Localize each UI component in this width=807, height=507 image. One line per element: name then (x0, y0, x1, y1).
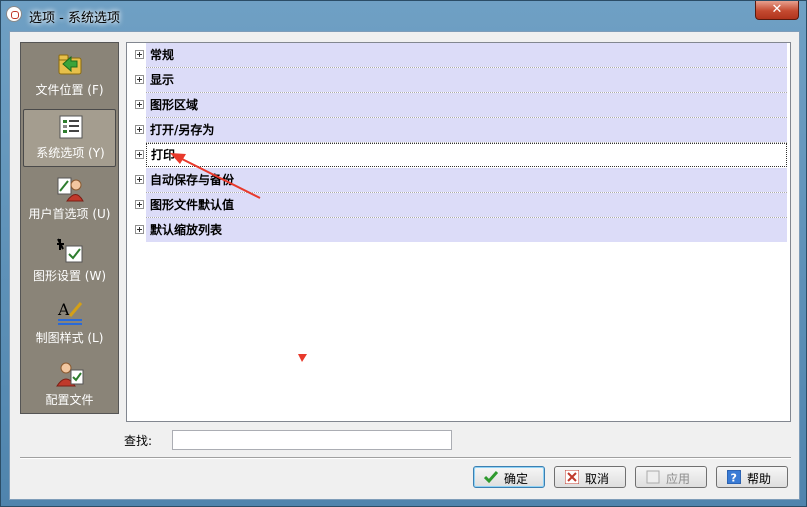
tree-item-label: 默认缩放列表 (146, 218, 787, 242)
expand-plus-icon[interactable] (135, 225, 144, 234)
sidebar-item-file-locations[interactable]: 文件位置 (F) (23, 47, 116, 105)
sidebar-item-label: 制图样式 (L) (35, 331, 104, 345)
apply-icon (646, 470, 660, 484)
tree-item-label: 常规 (146, 43, 787, 67)
tree-item-label: 图形文件默认值 (146, 193, 787, 217)
options-window: 选项 - 系统选项 ✕ 文件位置 (F) 系统选项 (Y) 用户首选项 (U) … (0, 0, 807, 507)
apply-button-label: 应用 (666, 472, 691, 486)
sidebar-item-label: 配置文件 (45, 393, 94, 407)
expand-plus-icon[interactable] (135, 175, 144, 184)
tree-item-label: 打印 (146, 143, 787, 167)
expand-plus-icon[interactable] (135, 200, 144, 209)
options-sidebar: 文件位置 (F) 系统选项 (Y) 用户首选项 (U) 图形设置 (W) A 制… (20, 42, 119, 414)
tree-item-drawing-defaults[interactable]: 图形文件默认值 (131, 193, 787, 218)
expand-plus-icon[interactable] (135, 150, 144, 159)
sidebar-item-label: 用户首选项 (U) (28, 207, 111, 221)
tree-item-label: 打开/另存为 (146, 118, 787, 142)
sidebar-item-profile[interactable]: 配置文件 (23, 357, 116, 415)
help-button-label: 帮助 (747, 472, 772, 486)
drafting-style-icon: A (57, 300, 83, 325)
help-icon: ? (727, 470, 741, 484)
svg-text:A: A (57, 300, 70, 319)
cancel-button[interactable]: 取消 (554, 466, 626, 488)
tree-item-print[interactable]: 打印 (131, 143, 787, 168)
tree-item-default-zoom-list[interactable]: 默认缩放列表 (131, 218, 787, 243)
system-list-icon (59, 115, 83, 139)
sidebar-item-label: 系统选项 (Y) (36, 146, 105, 160)
expand-plus-icon[interactable] (135, 50, 144, 59)
search-input[interactable] (172, 430, 452, 450)
expand-plus-icon[interactable] (135, 125, 144, 134)
help-button[interactable]: ? 帮助 (716, 466, 788, 488)
divider (20, 457, 791, 459)
tree-item-label: 显示 (146, 68, 787, 92)
graphics-settings-icon (57, 238, 83, 263)
folder-arrow-icon (58, 54, 82, 75)
tree-item-label: 自动保存与备份 (146, 168, 787, 192)
ok-button[interactable]: 确定 (473, 466, 545, 488)
apply-button[interactable]: 应用 (635, 466, 707, 488)
sidebar-item-label: 图形设置 (W) (32, 269, 107, 283)
tree-item-graphics-area[interactable]: 图形区域 (131, 93, 787, 118)
sidebar-item-graphics-settings[interactable]: 图形设置 (W) (23, 233, 116, 291)
expand-plus-icon[interactable] (135, 75, 144, 84)
tree-item-autosave-backup[interactable]: 自动保存与备份 (131, 168, 787, 193)
cancel-button-label: 取消 (585, 472, 610, 486)
sidebar-item-drafting-style[interactable]: A 制图样式 (L) (23, 295, 116, 353)
search-label: 查找: (124, 434, 153, 448)
title-bar[interactable]: 选项 - 系统选项 ✕ (1, 1, 806, 29)
app-icon (6, 6, 22, 22)
ok-button-label: 确定 (504, 472, 529, 486)
user-preferences-icon (57, 177, 84, 202)
close-button[interactable]: ✕ (755, 1, 799, 20)
sidebar-item-label: 文件位置 (F) (35, 83, 104, 97)
tree-item-display[interactable]: 显示 (131, 68, 787, 93)
options-tree: 常规 显示 图形区域 打开/另存为 打印 自动保存与备份 图形文件默认值 默认缩… (126, 42, 791, 422)
tree-item-label: 图形区域 (146, 93, 787, 117)
sidebar-item-system-options[interactable]: 系统选项 (Y) (23, 109, 116, 167)
checkmark-icon (484, 471, 498, 484)
svg-text:?: ? (731, 472, 737, 485)
tree-item-general[interactable]: 常规 (131, 43, 787, 68)
dialog-client-area: 文件位置 (F) 系统选项 (Y) 用户首选项 (U) 图形设置 (W) A 制… (9, 31, 800, 500)
cancel-x-icon (565, 470, 579, 484)
sidebar-item-user-preferences[interactable]: 用户首选项 (U) (23, 171, 116, 229)
expand-plus-icon[interactable] (135, 100, 144, 109)
tree-item-open-save-as[interactable]: 打开/另存为 (131, 118, 787, 143)
profile-icon (56, 362, 84, 387)
window-title: 选项 - 系统选项 (29, 11, 120, 26)
